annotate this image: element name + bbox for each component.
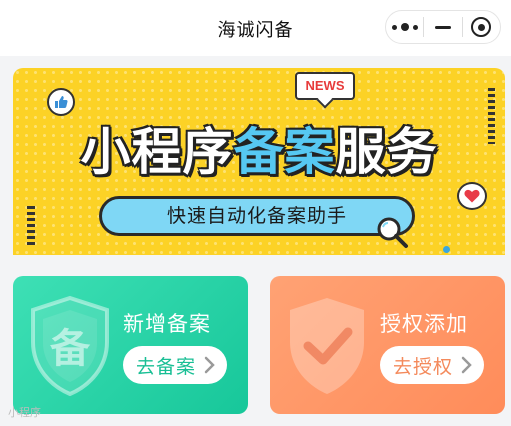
banner-title: 小程序备案服务 — [13, 112, 505, 184]
shield-emblem-text: 备 — [50, 326, 91, 372]
close-button[interactable] — [463, 11, 500, 43]
decorative-dot — [443, 246, 450, 253]
chevron-right-icon — [461, 356, 472, 374]
minus-icon — [434, 25, 451, 29]
news-tag: NEWS — [295, 72, 355, 100]
authorization-title: 授权添加 — [380, 312, 468, 336]
go-filing-label: 去备案 — [136, 355, 197, 378]
banner-title-part: 服务 — [335, 123, 438, 181]
banner-title-part: 小程序 — [80, 123, 234, 181]
more-button[interactable] — [386, 11, 423, 43]
banner-subtitle: 快速自动化备案助手 — [99, 196, 415, 236]
navigation-bar: 海诚闪备 — [0, 0, 511, 56]
capsule-menu — [385, 10, 501, 44]
watermark: 小程序 — [8, 406, 41, 419]
go-authorize-label: 去授权 — [393, 355, 454, 378]
heart-icon — [457, 182, 487, 210]
new-filing-card[interactable]: 备 新增备案 去备案 — [13, 276, 248, 414]
authorization-card[interactable]: 授权添加 去授权 — [270, 276, 505, 414]
shield-check-icon — [290, 298, 364, 394]
shield-icon: 备 — [31, 295, 109, 397]
new-filing-title: 新增备案 — [123, 312, 211, 336]
banner-title-highlight: 备案 — [233, 123, 336, 181]
magnifier-icon — [377, 217, 408, 248]
minimize-button[interactable] — [424, 11, 461, 43]
go-authorize-button[interactable]: 去授权 — [380, 346, 484, 384]
chevron-right-icon — [204, 356, 215, 374]
stripe-decoration — [27, 206, 35, 246]
more-dots-icon — [391, 23, 418, 31]
go-filing-button[interactable]: 去备案 — [123, 346, 227, 384]
target-circle-icon — [471, 17, 492, 37]
service-banner[interactable]: NEWS 小程序备案服务 快速自动化备案助手 — [13, 68, 505, 255]
